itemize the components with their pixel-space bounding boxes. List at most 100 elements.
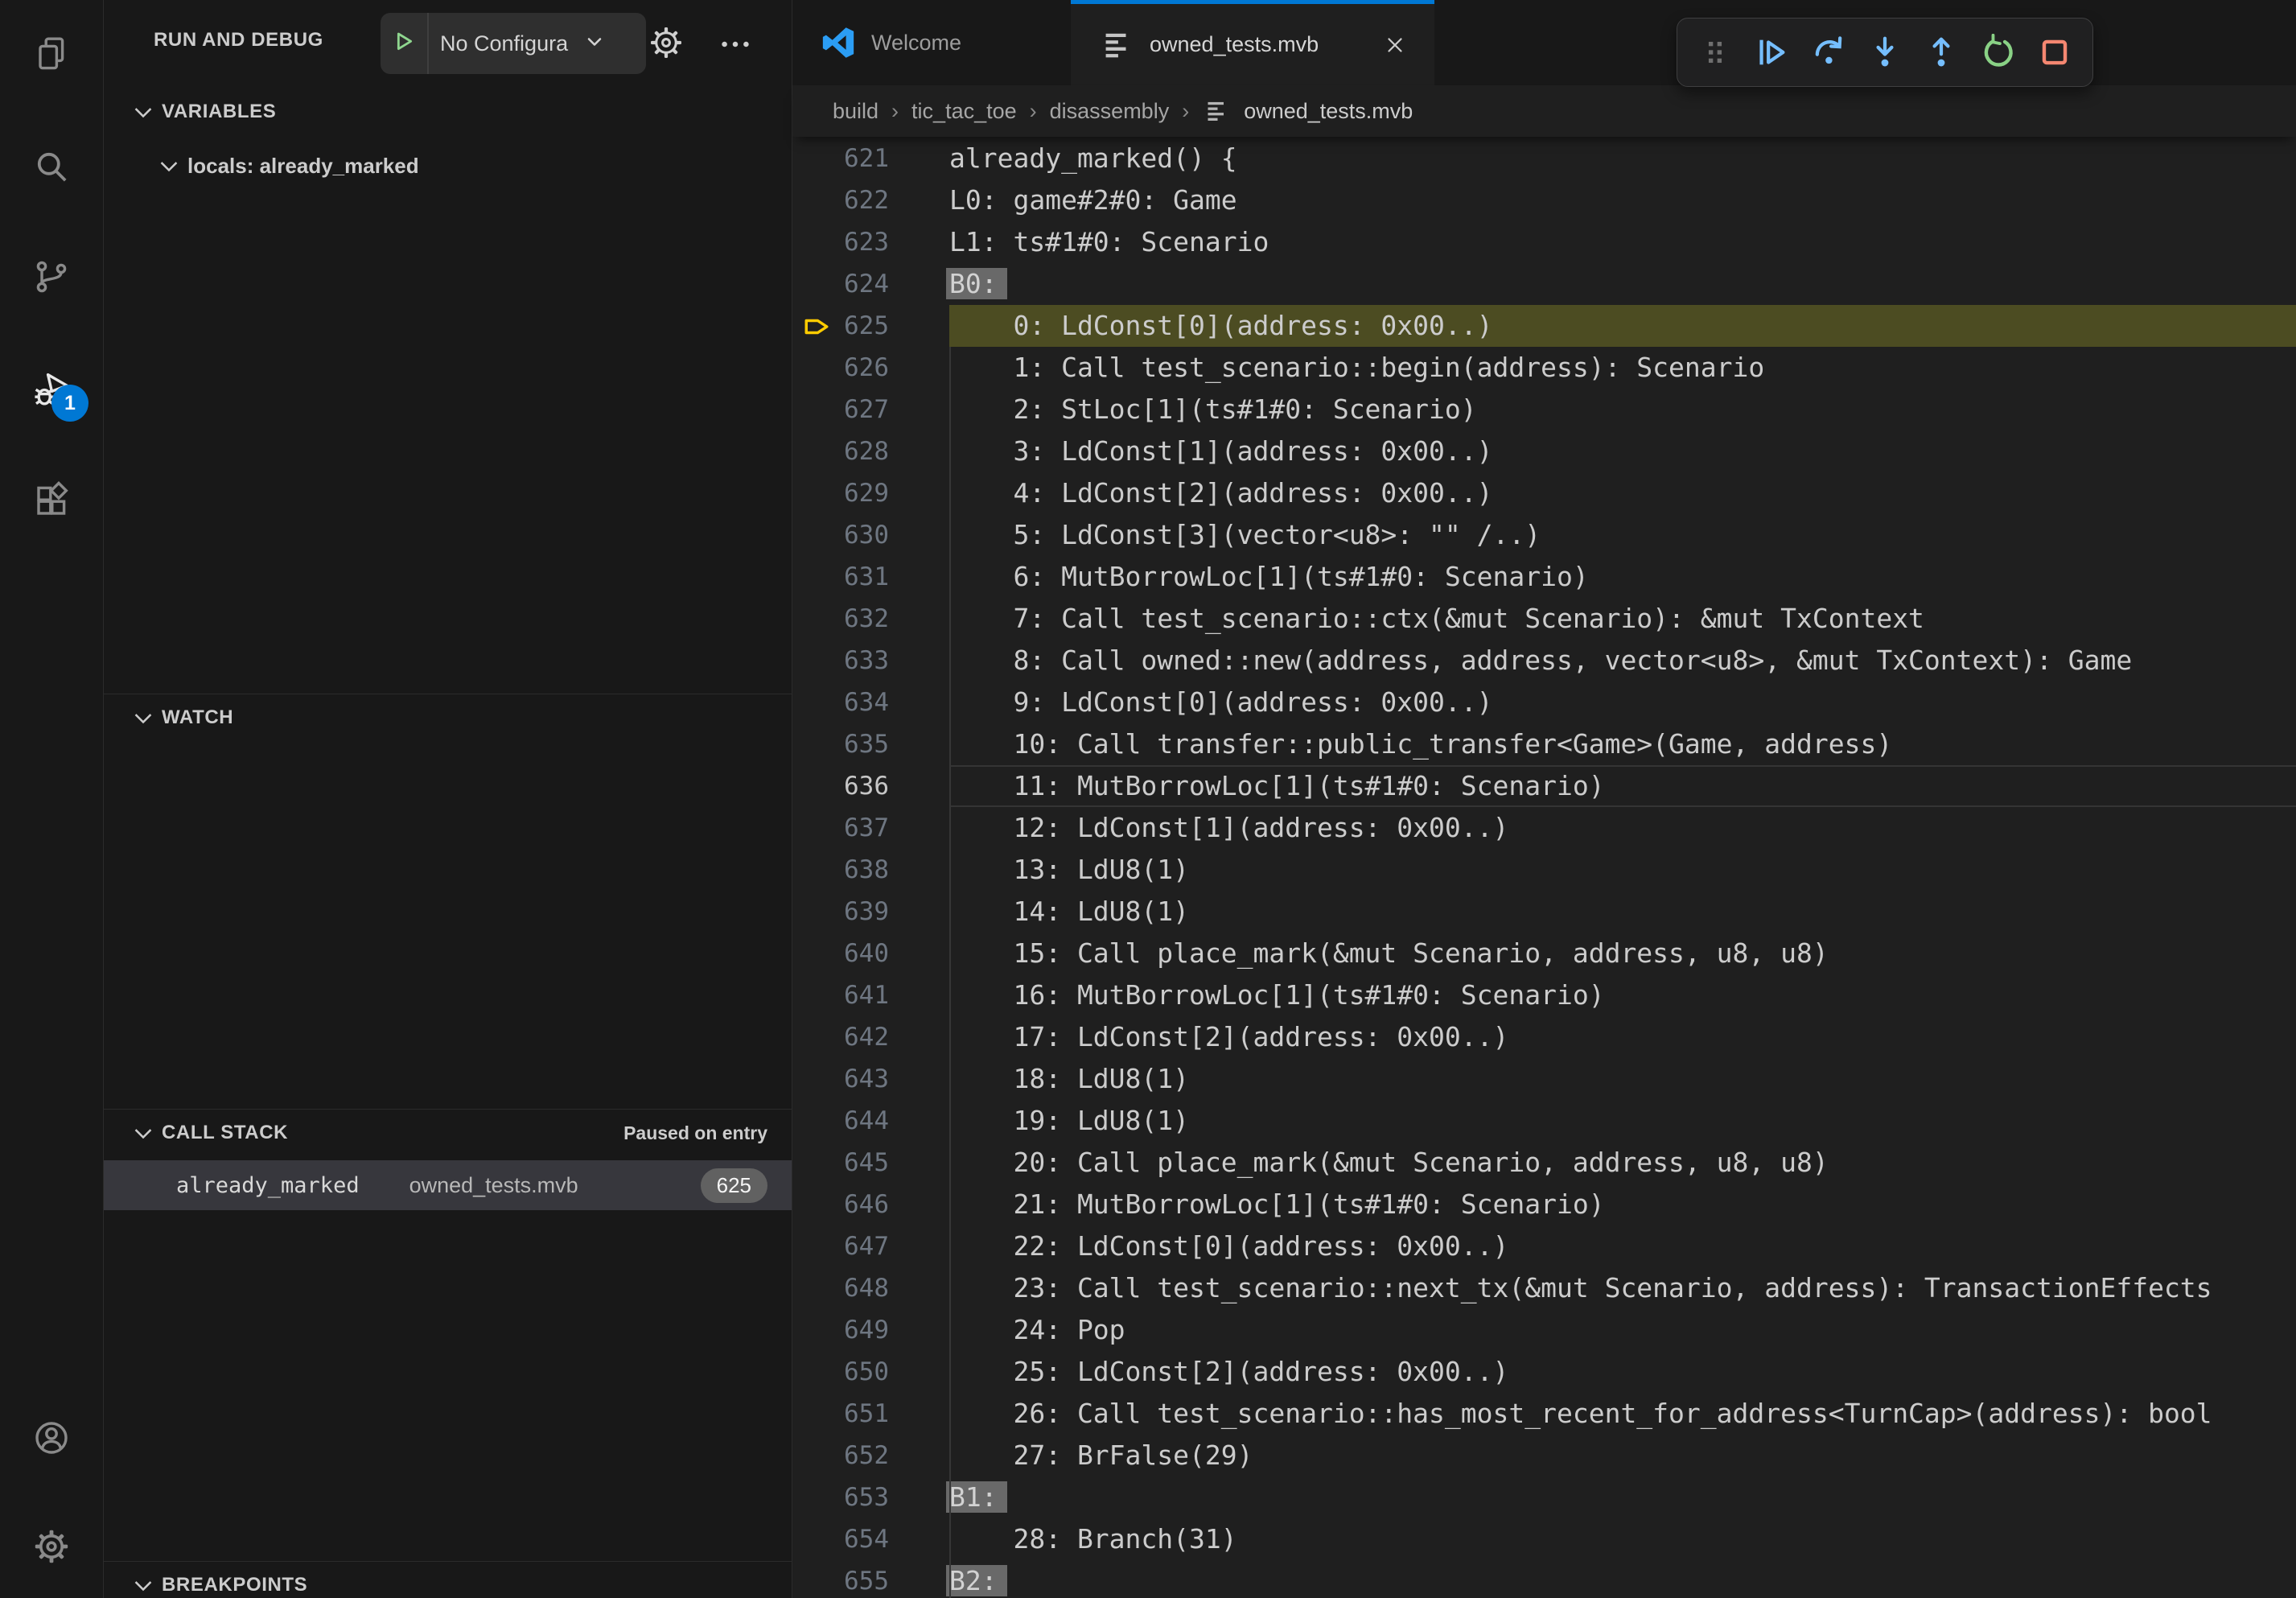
gutter-line-632[interactable]: 632: [792, 598, 949, 640]
code-text[interactable]: 24: Pop: [949, 1309, 2296, 1351]
activity-item-explorer[interactable]: [0, 15, 103, 96]
activity-item-source-control[interactable]: [0, 238, 103, 319]
gutter-line-649[interactable]: 649: [792, 1309, 949, 1351]
gutter-line-644[interactable]: 644: [792, 1100, 949, 1142]
code-text[interactable]: B2:: [949, 1560, 2296, 1598]
watch-header[interactable]: WATCH: [104, 694, 792, 741]
gutter-line-629[interactable]: 629: [792, 472, 949, 514]
code-text[interactable]: 2: StLoc[1](ts#1#0: Scenario): [949, 389, 2296, 430]
code-text[interactable]: 22: LdConst[0](address: 0x00..): [949, 1225, 2296, 1267]
gutter-line-627[interactable]: 627: [792, 389, 949, 430]
code-text[interactable]: 12: LdConst[1](address: 0x00..): [949, 807, 2296, 849]
gutter-line-624[interactable]: 624: [792, 263, 949, 305]
code-text[interactable]: 3: LdConst[1](address: 0x00..): [949, 430, 2296, 472]
more-actions-icon[interactable]: [717, 26, 759, 63]
gutter-line-654[interactable]: 654: [792, 1518, 949, 1560]
gutter-line-623[interactable]: 623: [792, 221, 949, 263]
gutter-line-638[interactable]: 638: [792, 849, 949, 891]
step-out-button[interactable]: [1923, 30, 1960, 75]
stop-button[interactable]: [2036, 30, 2073, 75]
activity-item-run-and-debug[interactable]: 1: [0, 351, 103, 431]
code-text[interactable]: 23: Call test_scenario::next_tx(&mut Sce…: [949, 1267, 2296, 1309]
restart-button[interactable]: [1979, 30, 2016, 75]
gutter-line-640[interactable]: 640: [792, 933, 949, 974]
code-text[interactable]: 26: Call test_scenario::has_most_recent_…: [949, 1393, 2296, 1435]
code-text[interactable]: 5: LdConst[3](vector<u8>: "" /..): [949, 514, 2296, 556]
breadcrumb-item[interactable]: owned_tests.mvb: [1244, 99, 1413, 124]
debug-settings-gear-icon[interactable]: [648, 24, 685, 61]
gutter-line-650[interactable]: 650: [792, 1351, 949, 1393]
call-stack-header[interactable]: CALL STACK Paused on entry: [104, 1110, 792, 1156]
step-into-button[interactable]: [1866, 30, 1903, 75]
gutter-line-639[interactable]: 639: [792, 891, 949, 933]
variables-header[interactable]: VARIABLES: [104, 89, 792, 135]
gutter-line-655[interactable]: 655: [792, 1560, 949, 1598]
code-text[interactable]: 10: Call transfer::public_transfer<Game>…: [949, 723, 2296, 765]
activity-item-settings[interactable]: [0, 1508, 103, 1588]
code-text[interactable]: 21: MutBorrowLoc[1](ts#1#0: Scenario): [949, 1184, 2296, 1225]
code-text[interactable]: 17: LdConst[2](address: 0x00..): [949, 1016, 2296, 1058]
code-text[interactable]: 16: MutBorrowLoc[1](ts#1#0: Scenario): [949, 974, 2296, 1016]
code-text[interactable]: 1: Call test_scenario::begin(address): S…: [949, 347, 2296, 389]
gutter-line-626[interactable]: 626: [792, 347, 949, 389]
code-text[interactable]: 28: Branch(31): [949, 1518, 2296, 1560]
code-text[interactable]: 14: LdU8(1): [949, 891, 2296, 933]
gutter-line-631[interactable]: 631: [792, 556, 949, 598]
gutter-line-642[interactable]: 642: [792, 1016, 949, 1058]
gutter-line-621[interactable]: 621: [792, 138, 949, 179]
tab-owned-tests[interactable]: owned_tests.mvb: [1071, 0, 1434, 85]
gutter-line-630[interactable]: 630: [792, 514, 949, 556]
gutter-line-634[interactable]: 634: [792, 682, 949, 723]
code-text[interactable]: 11: MutBorrowLoc[1](ts#1#0: Scenario): [949, 765, 2296, 807]
activity-item-account[interactable]: [0, 1399, 103, 1480]
breadcrumb-item[interactable]: disassembly: [1050, 99, 1170, 124]
code-text[interactable]: B1:: [949, 1477, 2296, 1518]
gutter-line-622[interactable]: 622: [792, 179, 949, 221]
breadcrumb-item[interactable]: build: [833, 99, 878, 124]
breadcrumb-item[interactable]: tic_tac_toe: [911, 99, 1017, 124]
continue-button[interactable]: [1753, 30, 1790, 75]
start-debugging-button[interactable]: [381, 13, 427, 74]
gutter-line-646[interactable]: 646: [792, 1184, 949, 1225]
activity-item-search[interactable]: [0, 128, 103, 208]
code-text[interactable]: 6: MutBorrowLoc[1](ts#1#0: Scenario): [949, 556, 2296, 598]
code-text[interactable]: 27: BrFalse(29): [949, 1435, 2296, 1477]
code-text[interactable]: L0: game#2#0: Game: [949, 179, 2296, 221]
call-stack-frame-row[interactable]: already_marked owned_tests.mvb 625: [104, 1160, 792, 1210]
code-text[interactable]: 13: LdU8(1): [949, 849, 2296, 891]
breakpoints-header[interactable]: BREAKPOINTS: [104, 1562, 792, 1598]
gutter-line-625[interactable]: 625: [792, 305, 949, 347]
gutter-line-635[interactable]: 635: [792, 723, 949, 765]
code-text[interactable]: 20: Call place_mark(&mut Scenario, addre…: [949, 1142, 2296, 1184]
gutter-line-643[interactable]: 643: [792, 1058, 949, 1100]
gutter-line-633[interactable]: 633: [792, 640, 949, 682]
code-text[interactable]: 25: LdConst[2](address: 0x00..): [949, 1351, 2296, 1393]
variables-scope-locals[interactable]: locals: already_marked: [104, 145, 792, 187]
gutter-line-637[interactable]: 637: [792, 807, 949, 849]
gutter-line-651[interactable]: 651: [792, 1393, 949, 1435]
close-icon[interactable]: [1383, 33, 1407, 57]
gutter-line-641[interactable]: 641: [792, 974, 949, 1016]
gutter-line-645[interactable]: 645: [792, 1142, 949, 1184]
drag-handle[interactable]: [1697, 30, 1734, 75]
code-area[interactable]: 621already_marked() {622L0: game#2#0: Ga…: [792, 137, 2296, 1598]
activity-item-extensions[interactable]: [0, 462, 103, 542]
code-text[interactable]: already_marked() {: [949, 138, 2296, 179]
gutter-line-648[interactable]: 648: [792, 1267, 949, 1309]
code-text[interactable]: 19: LdU8(1): [949, 1100, 2296, 1142]
launch-configuration-dropdown[interactable]: No Configura: [381, 13, 646, 74]
code-text[interactable]: 9: LdConst[0](address: 0x00..): [949, 682, 2296, 723]
gutter-line-653[interactable]: 653: [792, 1477, 949, 1518]
code-text[interactable]: 8: Call owned::new(address, address, vec…: [949, 640, 2296, 682]
gutter-line-628[interactable]: 628: [792, 430, 949, 472]
tab-welcome[interactable]: Welcome: [792, 0, 1071, 85]
gutter-line-636[interactable]: 636: [792, 765, 949, 807]
code-text[interactable]: 4: LdConst[2](address: 0x00..): [949, 472, 2296, 514]
gutter-line-652[interactable]: 652: [792, 1435, 949, 1477]
code-text[interactable]: 15: Call place_mark(&mut Scenario, addre…: [949, 933, 2296, 974]
code-text[interactable]: 18: LdU8(1): [949, 1058, 2296, 1100]
code-text[interactable]: B0:: [949, 263, 2296, 305]
gutter-line-647[interactable]: 647: [792, 1225, 949, 1267]
code-text[interactable]: 0: LdConst[0](address: 0x00..): [949, 305, 2296, 347]
step-over-button[interactable]: [1810, 30, 1847, 75]
